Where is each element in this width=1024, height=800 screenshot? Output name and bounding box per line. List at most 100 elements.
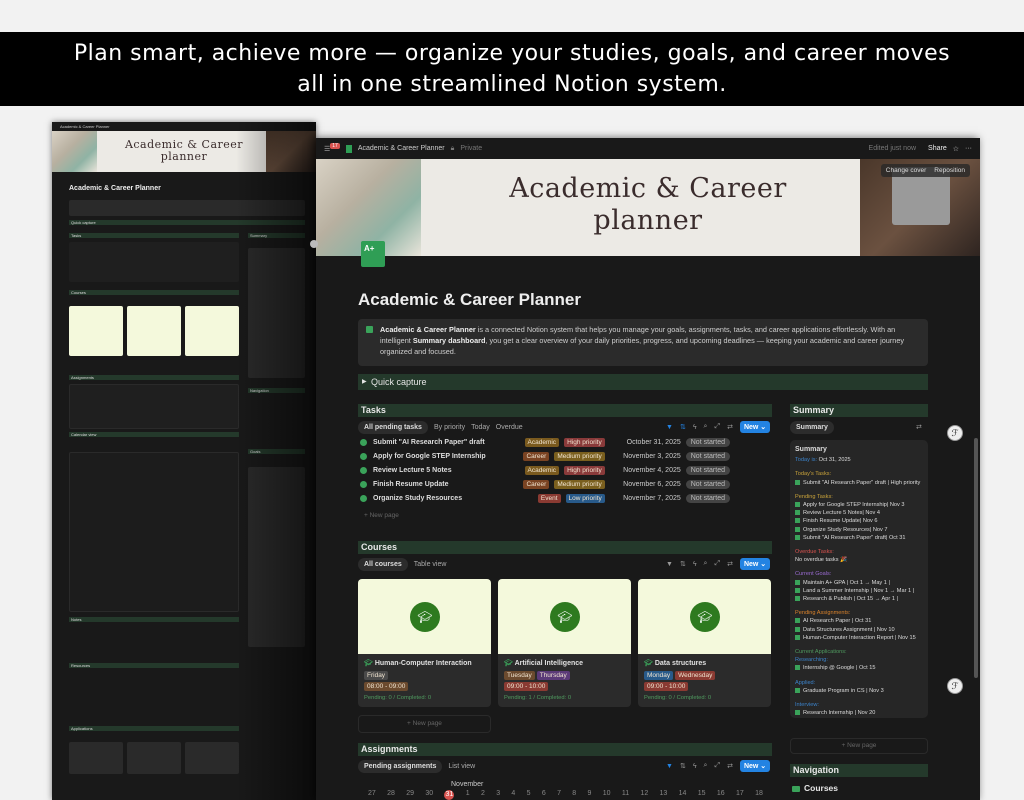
task-name[interactable]: Finish Resume Update (373, 481, 518, 488)
notification-badge[interactable]: 17 (330, 142, 340, 149)
expand-icon[interactable]: ⤢ (714, 560, 720, 568)
sort-icon[interactable]: ⇅ (680, 762, 686, 770)
search-icon[interactable]: ⌕ (704, 762, 708, 770)
share-button[interactable]: Share (928, 145, 947, 152)
calendar-day[interactable]: 15 (698, 790, 706, 800)
more-icon[interactable]: ··· (965, 145, 972, 152)
tasks-new-button[interactable]: New ⌄ (739, 421, 771, 433)
assignments-new-button[interactable]: New ⌄ (739, 760, 771, 772)
course-card[interactable]: 🎓︎ 🎓︎ Human-Computer Interaction Friday … (358, 579, 491, 707)
check-circle-icon[interactable] (360, 452, 367, 460)
task-row[interactable]: Organize Study Resources Event Low prior… (360, 491, 730, 505)
task-name[interactable]: Apply for Google STEP Internship (373, 453, 518, 460)
task-date: November 3, 2025 (623, 452, 681, 460)
calendar-day[interactable]: 18 (755, 790, 763, 800)
page-icon-small (345, 144, 352, 153)
scrollbar[interactable] (974, 438, 978, 678)
check-circle-icon[interactable] (360, 480, 367, 488)
page-title[interactable]: Academic & Career Planner (358, 290, 581, 310)
filter-icon[interactable]: ▼ (666, 763, 673, 770)
course-card[interactable]: 🎓︎ 🎓︎ Data structures Monday Wednesday 09… (638, 579, 771, 707)
automation-icon[interactable]: ϟ (693, 424, 697, 431)
summary-card[interactable]: Summary Today is: Oct 31, 2025 Today's T… (790, 440, 928, 718)
tab-today[interactable]: Today (471, 424, 490, 431)
calendar-day[interactable]: 9 (588, 790, 592, 800)
reposition-button[interactable]: Reposition (934, 167, 965, 174)
nav-courses-link[interactable]: Courses (792, 783, 838, 794)
task-row[interactable]: Finish Resume Update Career Medium prior… (360, 477, 730, 491)
calendar-day[interactable]: 3 (496, 790, 500, 800)
task-row[interactable]: Review Lecture 5 Notes Academic High pri… (360, 463, 730, 477)
calendar-day[interactable]: 30 (425, 790, 433, 800)
tab-table-view[interactable]: Table view (414, 561, 447, 568)
tab-all-pending-tasks[interactable]: All pending tasks (358, 421, 428, 434)
tab-pending-assignments[interactable]: Pending assignments (358, 760, 443, 773)
settings-icon[interactable]: ⇄ (727, 423, 733, 431)
assistant-button[interactable]: ℱ (947, 425, 963, 441)
task-row[interactable]: Submit "AI Research Paper" draft Academi… (360, 435, 730, 449)
calendar-day[interactable]: 13 (660, 790, 668, 800)
courses-new-button[interactable]: New ⌄ (739, 558, 771, 570)
settings-icon[interactable]: ⇄ (916, 423, 922, 431)
settings-icon[interactable]: ⇄ (727, 560, 733, 568)
task-row[interactable]: Apply for Google STEP Internship Career … (360, 449, 730, 463)
sort-icon[interactable]: ⇅ (680, 560, 686, 568)
search-icon[interactable]: ⌕ (704, 560, 708, 568)
calendar-day[interactable]: 4 (511, 790, 515, 800)
tab-by-priority[interactable]: By priority (434, 424, 465, 431)
filter-icon[interactable]: ▼ (666, 561, 673, 568)
task-name[interactable]: Organize Study Resources (373, 495, 533, 502)
calendar-day[interactable]: 11 (622, 790, 629, 800)
calendar-day[interactable]: 28 (387, 790, 395, 800)
calendar-day[interactable]: 2 (481, 790, 485, 800)
calendar-day[interactable]: 6 (542, 790, 546, 800)
summary-new-page[interactable]: + New page (790, 738, 928, 754)
tasks-new-page[interactable]: + New page (364, 512, 399, 519)
course-card[interactable]: 🎓︎ 🎓︎ Artificial Intelligence Tuesday Thu… (498, 579, 631, 707)
settings-icon[interactable]: ⇄ (727, 762, 733, 770)
automation-icon[interactable]: ϟ (693, 561, 697, 568)
expand-icon[interactable]: ⤢ (714, 423, 720, 431)
calendar-month: November (451, 781, 484, 788)
calendar-day[interactable]: 7 (557, 790, 561, 800)
expand-icon[interactable]: ⤢ (714, 762, 720, 770)
check-circle-icon[interactable] (360, 466, 367, 474)
calendar-day[interactable]: 8 (572, 790, 576, 800)
tab-all-courses[interactable]: All courses (358, 558, 408, 571)
privacy-dropdown[interactable]: Private (460, 145, 482, 152)
page-icon[interactable]: A+ (361, 241, 385, 267)
courses-new-page[interactable]: + New page (358, 715, 491, 733)
courses-toolbar: ▼ ⇅ ϟ ⌕ ⤢ ⇄ New ⌄ (666, 558, 771, 570)
calendar-day[interactable]: 29 (406, 790, 414, 800)
calendar-day[interactable]: 31 (444, 790, 455, 800)
calendar-day[interactable]: 16 (717, 790, 725, 800)
calendar-day[interactable]: 27 (368, 790, 376, 800)
calendar-day[interactable]: 1 (466, 790, 470, 800)
calendar-day[interactable]: 14 (679, 790, 687, 800)
task-name[interactable]: Submit "AI Research Paper" draft (373, 439, 520, 446)
automation-icon[interactable]: ϟ (693, 763, 697, 770)
breadcrumb[interactable]: Academic & Career Planner (358, 145, 445, 152)
change-cover-button[interactable]: Change cover (886, 167, 926, 174)
nav-courses-label[interactable]: Courses (804, 783, 838, 794)
calendar-day[interactable]: 12 (640, 790, 648, 800)
assistant-button-2[interactable]: ℱ (947, 678, 963, 694)
task-name[interactable]: Review Lecture 5 Notes (373, 467, 520, 474)
calendar-day[interactable]: 5 (527, 790, 531, 800)
tab-list-view[interactable]: List view (448, 763, 475, 770)
quick-capture-toggle[interactable]: ▶ Quick capture (358, 374, 928, 390)
star-icon[interactable]: ☆ (953, 145, 959, 153)
sort-icon[interactable]: ⇅ (680, 423, 686, 431)
tab-overdue[interactable]: Overdue (496, 424, 523, 431)
calendar-day[interactable]: 10 (603, 790, 611, 800)
tasks-toolbar: ▼ ⇅ ϟ ⌕ ⤢ ⇄ New ⌄ (666, 421, 771, 433)
check-circle-icon[interactable] (360, 494, 367, 502)
check-circle-icon[interactable] (360, 438, 367, 446)
search-icon[interactable]: ⌕ (704, 423, 708, 431)
mini-sec-notes: Notes (69, 617, 239, 622)
mini-handle (310, 240, 318, 248)
mini-topbar: Academic & Career Planner (52, 122, 316, 131)
filter-icon[interactable]: ▼ (666, 424, 673, 431)
tab-summary[interactable]: Summary (790, 421, 834, 434)
calendar-day[interactable]: 17 (736, 790, 744, 800)
